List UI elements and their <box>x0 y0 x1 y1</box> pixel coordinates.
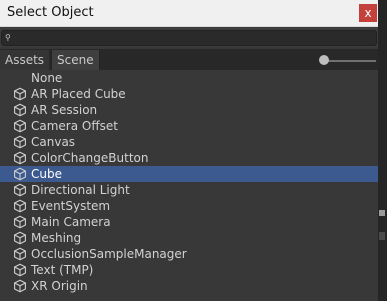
search-bar: ⚲ <box>0 27 378 47</box>
tab-assets[interactable]: Assets <box>0 50 50 70</box>
list-item[interactable]: Text (TMP) <box>0 262 378 278</box>
background-window-edge <box>378 0 387 301</box>
search-field[interactable]: ⚲ <box>1 30 377 46</box>
list-item-label: OcclusionSampleManager <box>31 247 187 261</box>
list-item[interactable]: EventSystem <box>0 198 378 214</box>
close-button[interactable]: x <box>359 4 377 22</box>
gameobject-cube-icon <box>13 279 27 293</box>
gameobject-cube-icon <box>13 103 27 117</box>
list-item-label: Meshing <box>31 231 82 245</box>
background-scroll-marker <box>379 210 385 216</box>
select-object-window: Select Object x ⚲ Assets Scene None AR Pl… <box>0 0 378 301</box>
list-item[interactable]: Meshing <box>0 230 378 246</box>
list-item-label: Cube <box>31 167 62 181</box>
list-item-label: EventSystem <box>31 199 111 213</box>
title-bar[interactable]: Select Object x <box>0 0 378 27</box>
gameobject-cube-icon <box>13 215 27 229</box>
list-item[interactable]: Cube <box>0 166 378 182</box>
background-scroll-marker-secondary <box>379 232 385 240</box>
list-item-label: Canvas <box>31 135 76 149</box>
tab-scene[interactable]: Scene <box>51 50 100 70</box>
window-title: Select Object <box>7 5 94 20</box>
list-item-label: None <box>31 71 63 85</box>
list-item[interactable]: Canvas <box>0 134 378 150</box>
gameobject-cube-icon <box>13 247 27 261</box>
list-item[interactable]: AR Session <box>0 102 378 118</box>
search-input[interactable] <box>16 31 372 45</box>
list-item-label: AR Placed Cube <box>31 87 126 101</box>
gameobject-cube-icon <box>13 119 27 133</box>
list-item-label: Camera Offset <box>31 119 118 133</box>
list-item[interactable]: OcclusionSampleManager <box>0 246 378 262</box>
list-item[interactable]: Directional Light <box>0 182 378 198</box>
gameobject-cube-icon <box>13 87 27 101</box>
list-item[interactable]: None <box>0 70 378 86</box>
gameobject-cube-icon <box>13 263 27 277</box>
list-item-label: AR Session <box>31 103 98 117</box>
list-item-label: Main Camera <box>31 215 111 229</box>
gameobject-cube-icon <box>13 167 27 181</box>
list-item[interactable]: Main Camera <box>0 214 378 230</box>
gameobject-cube-icon <box>13 135 27 149</box>
gameobject-cube-icon <box>13 199 27 213</box>
gameobject-cube-icon <box>13 183 27 197</box>
gameobject-cube-icon <box>13 151 27 165</box>
list-item[interactable]: ColorChangeButton <box>0 150 378 166</box>
list-item[interactable]: XR Origin <box>0 278 378 294</box>
gameobject-cube-icon <box>13 231 27 245</box>
list-item[interactable]: AR Placed Cube <box>0 86 378 102</box>
search-icon: ⚲ <box>5 33 11 42</box>
list-item-label: Text (TMP) <box>31 263 94 277</box>
tab-bar: Assets Scene <box>0 49 378 70</box>
list-item-label: XR Origin <box>31 279 88 293</box>
list-item-label: ColorChangeButton <box>31 151 149 165</box>
icon-size-slider-track[interactable] <box>324 60 376 62</box>
list-item-label: Directional Light <box>31 183 130 197</box>
icon-size-slider-handle[interactable] <box>319 55 329 65</box>
object-list: None AR Placed Cube AR Session Camera Offse… <box>0 70 378 294</box>
list-item[interactable]: Camera Offset <box>0 118 378 134</box>
